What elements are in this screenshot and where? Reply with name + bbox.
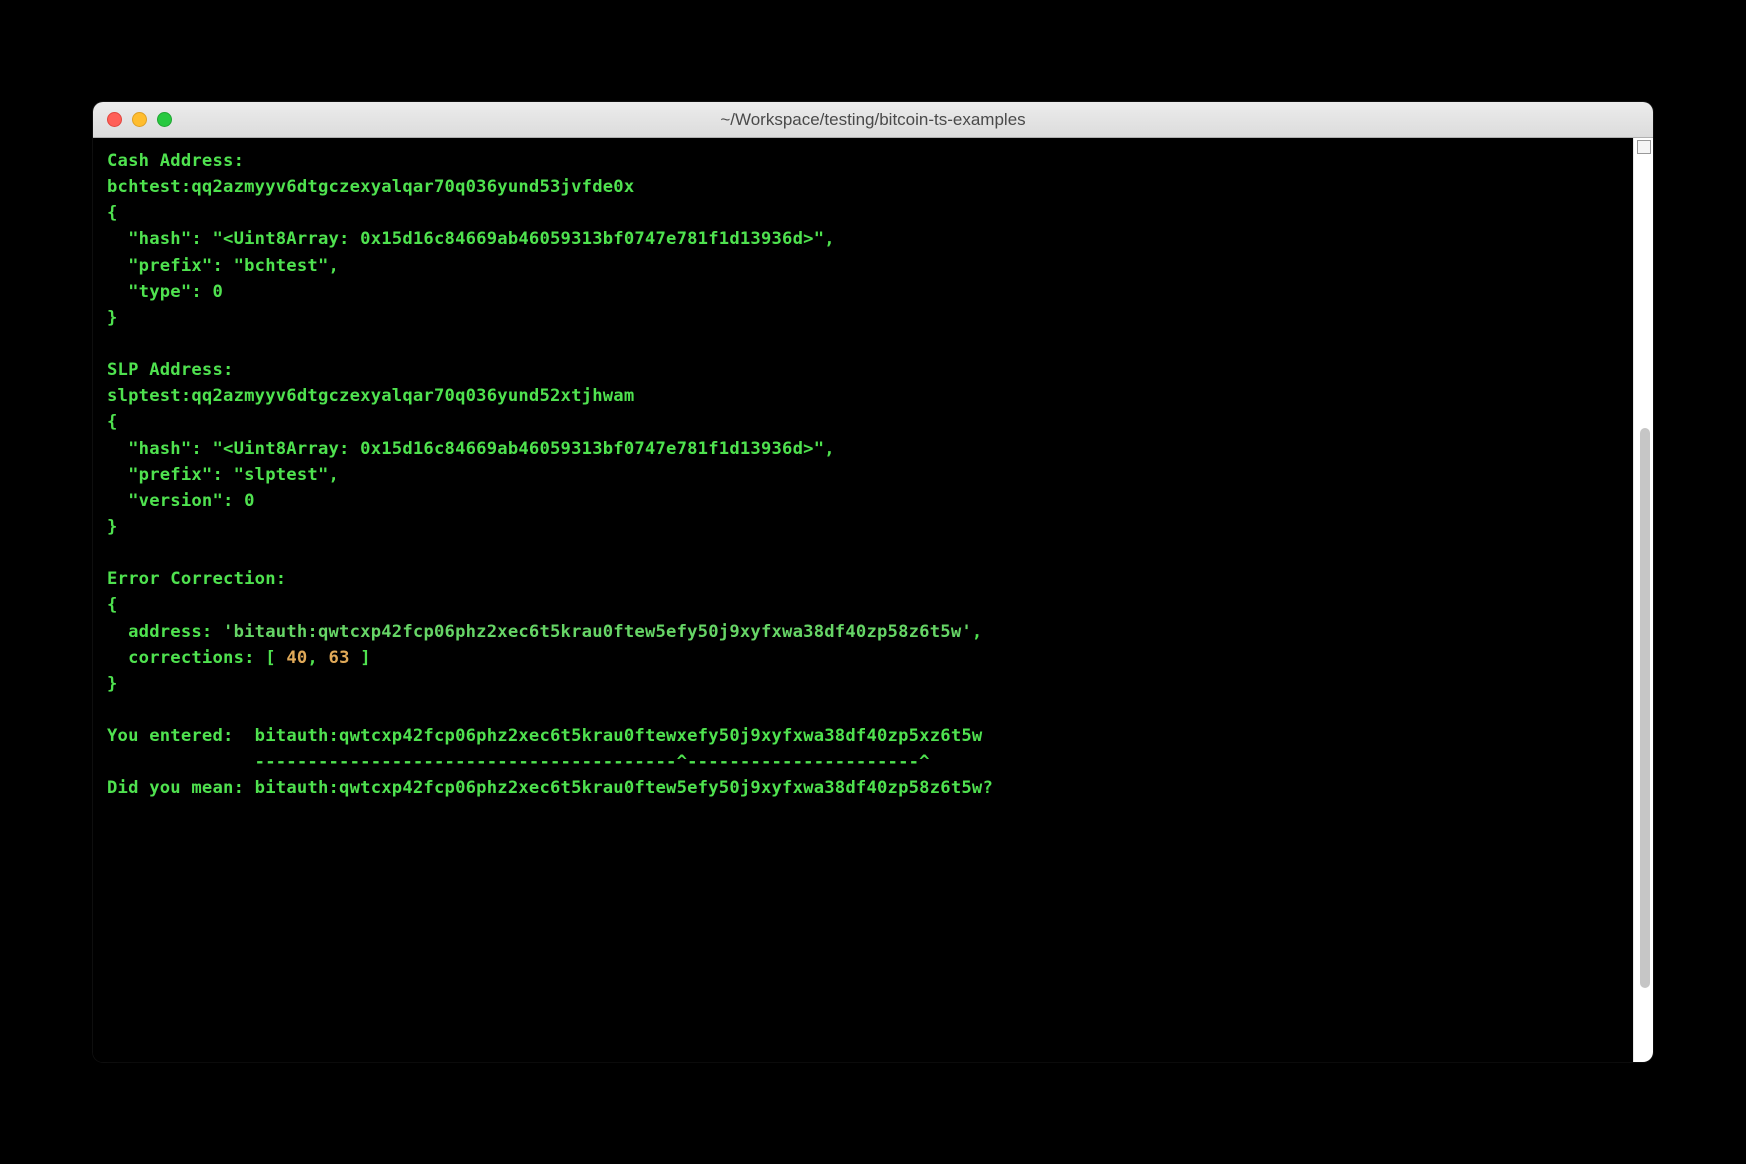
terminal-body: Cash Address: bchtest:qq2azmyyv6dtgczexy…: [93, 138, 1653, 1062]
number-value: 63: [329, 648, 350, 668]
label: You entered:: [107, 726, 255, 746]
label: Did you mean:: [107, 778, 255, 798]
output-line: "hash": "<Uint8Array: 0x15d16c84669ab460…: [107, 229, 835, 249]
output-line: Error Correction:: [107, 569, 286, 589]
number-value: 40: [286, 648, 307, 668]
output-line: "prefix": "bchtest",: [107, 256, 339, 276]
output-line: ----------------------------------------…: [107, 752, 930, 772]
traffic-lights: [93, 112, 172, 127]
minimize-button[interactable]: [132, 112, 147, 127]
output-line: SLP Address:: [107, 360, 234, 380]
output-line: {: [107, 203, 118, 223]
output-line: "prefix": "slptest",: [107, 465, 339, 485]
output-line: Did you mean: bitauth:qwtcxp42fcp06phz2x…: [107, 778, 993, 798]
maximize-button[interactable]: [157, 112, 172, 127]
output-line: You entered: bitauth:qwtcxp42fcp06phz2xe…: [107, 726, 982, 746]
sep: ,: [307, 648, 328, 668]
output-line: "version": 0: [107, 491, 255, 511]
output-line: {: [107, 595, 118, 615]
output-line: "type": 0: [107, 282, 223, 302]
output-line: slptest:qq2azmyyv6dtgczexyalqar70q036yun…: [107, 386, 634, 406]
value: bitauth:qwtcxp42fcp06phz2xec6t5krau0ftew…: [255, 778, 993, 798]
scrollbar-thumb[interactable]: [1640, 428, 1650, 988]
comma: ,: [972, 622, 983, 642]
output-line: "hash": "<Uint8Array: 0x15d16c84669ab460…: [107, 439, 835, 459]
output-line: }: [107, 308, 118, 328]
window-titlebar: ~/Workspace/testing/bitcoin-ts-examples: [93, 102, 1653, 138]
output-line: bchtest:qq2azmyyv6dtgczexyalqar70q036yun…: [107, 177, 634, 197]
terminal-output[interactable]: Cash Address: bchtest:qq2azmyyv6dtgczexy…: [93, 138, 1633, 1062]
scroll-indicator-icon: [1637, 140, 1651, 154]
window-title: ~/Workspace/testing/bitcoin-ts-examples: [93, 110, 1653, 130]
string-value: 'bitauth:qwtcxp42fcp06phz2xec6t5krau0fte…: [223, 622, 972, 642]
bracket: ]: [350, 648, 371, 668]
terminal-window: ~/Workspace/testing/bitcoin-ts-examples …: [93, 102, 1653, 1062]
output-line: }: [107, 517, 118, 537]
scrollbar[interactable]: [1633, 138, 1653, 1062]
output-line: {: [107, 412, 118, 432]
output-line: }: [107, 674, 118, 694]
output-line: Cash Address:: [107, 151, 244, 171]
output-line: address: 'bitauth:qwtcxp42fcp06phz2xec6t…: [107, 622, 982, 642]
value: bitauth:qwtcxp42fcp06phz2xec6t5krau0ftew…: [255, 726, 983, 746]
close-button[interactable]: [107, 112, 122, 127]
key: address:: [107, 622, 223, 642]
key: corrections: [: [107, 648, 286, 668]
output-line: corrections: [ 40, 63 ]: [107, 648, 371, 668]
